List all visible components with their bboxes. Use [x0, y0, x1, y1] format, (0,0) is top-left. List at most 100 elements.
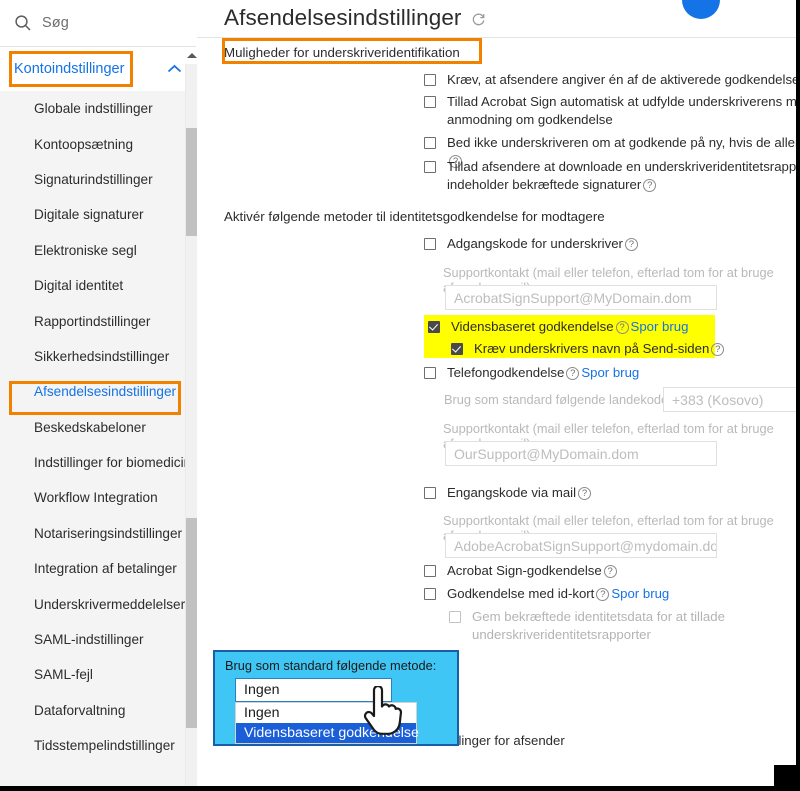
sidebar-item-label: Kontoopsætning — [34, 136, 134, 152]
sidebar-item[interactable]: Digital identitet — [0, 268, 196, 303]
sidebar-item[interactable]: Underskrivermeddelelser — [0, 586, 196, 621]
default-method-selected-value: Ingen — [244, 682, 280, 698]
help-icon[interactable]: ? — [596, 588, 610, 601]
method-row-phone[interactable]: Telefongodkendelse? Spor brug — [424, 364, 639, 382]
checkbox[interactable] — [424, 161, 436, 173]
method-row-password[interactable]: Adgangskode for underskriver? — [424, 235, 640, 253]
sidebar-item[interactable]: Beskedskabeloner — [0, 410, 196, 445]
sidebar-item[interactable]: Elektroniske segl — [0, 233, 196, 268]
section-heading-signer-identification: Muligheder for underskriveridentifikatio… — [224, 45, 460, 60]
sidebar-item[interactable]: SAML-fejl — [0, 657, 196, 692]
support-contact-input[interactable]: AcrobatSignSupport@MyDomain.dom — [445, 285, 717, 310]
sidebar-group-label: Kontoindstillinger — [14, 61, 125, 77]
sidebar-group-account-settings[interactable]: Kontoindstillinger — [0, 47, 196, 91]
search-input[interactable]: Søg — [0, 0, 196, 47]
method-row-id-card-store-data[interactable]: Gem bekræftede identitetsdata for at til… — [449, 608, 796, 643]
help-icon[interactable]: ? — [578, 487, 592, 500]
checkbox[interactable] — [424, 565, 436, 577]
help-icon[interactable]: ? — [566, 367, 580, 380]
support-contact-input[interactable]: AdobeAcrobatSignSupport@mydomain.dor — [445, 533, 717, 558]
sidebar-item[interactable]: Indstillinger for biomedicin — [0, 445, 196, 480]
default-method-label: Brug som standard følgende metode: — [225, 658, 437, 673]
sidebar-item-label: Integration af betalinger — [34, 561, 177, 577]
help-icon[interactable]: ? — [603, 565, 617, 578]
country-code-value: +383 (Kosovo) — [672, 391, 764, 408]
sidebar-item-label: Sikkerhedsindstillinger — [34, 348, 170, 364]
option-label: Kræv, at afsendere angiver én af de akti… — [447, 72, 796, 87]
sidebar: Søg Kontoindstillinger Globale indstilli… — [0, 0, 198, 786]
sidebar-item[interactable]: Workflow Integration — [0, 480, 196, 515]
refresh-icon[interactable] — [471, 12, 486, 27]
method-label: Acrobat Sign-godkendelse? — [447, 562, 619, 580]
track-usage-link[interactable]: Spor brug — [631, 319, 689, 334]
sidebar-item[interactable]: Notariseringsindstillinger — [0, 516, 196, 551]
method-row-id-card[interactable]: Godkendelse med id-kort? Spor brug — [424, 585, 669, 603]
support-contact-input[interactable]: OurSupport@MyDomain.dom — [445, 441, 717, 466]
method-label: Vidensbaseret godkendelse? Spor brug — [451, 319, 689, 334]
sidebar-item[interactable]: Sikkerhedsindstillinger — [0, 339, 196, 374]
header-divider — [197, 37, 796, 38]
help-icon[interactable]: ? — [615, 321, 629, 334]
sidebar-item-label: Indstillinger for biomedicin — [34, 455, 192, 471]
method-row-kba-require-name[interactable]: Kræv underskrivers navn på Send-siden? — [451, 340, 726, 358]
track-usage-link[interactable]: Spor brug — [611, 586, 669, 601]
sidebar-item-label: Globale indstillinger — [34, 101, 153, 117]
method-row-kba[interactable]: Vidensbaseret godkendelse? Spor brug — [428, 318, 688, 336]
page-title: Afsendelsesindstillinger — [224, 4, 462, 30]
sidebar-item[interactable]: Tidsstempelindstillinger — [0, 728, 196, 763]
sidebar-item-label: Beskedskabeloner — [34, 419, 146, 435]
method-label: Engangskode via mail? — [447, 484, 593, 502]
option-row[interactable]: Tillad Acrobat Sign automatisk at udfyld… — [424, 93, 796, 128]
help-icon[interactable]: ? — [711, 343, 725, 356]
sidebar-item-label: Tidsstempelindstillinger — [34, 738, 175, 754]
sidebar-item[interactable]: Afsendelsesindstillinger — [0, 374, 196, 409]
sidebar-item[interactable]: Rapportindstillinger — [0, 303, 196, 338]
sidebar-item-label: Rapportindstillinger — [34, 313, 151, 329]
country-code-select[interactable]: +383 (Kosovo) — [663, 387, 796, 412]
sidebar-scrollbar-thumb-secondary[interactable] — [186, 518, 197, 728]
sidebar-item[interactable]: Digitale signaturer — [0, 197, 196, 232]
sidebar-item-label: Dataforvaltning — [34, 702, 126, 718]
checkbox[interactable] — [428, 321, 440, 333]
sidebar-item[interactable]: Globale indstillinger — [0, 91, 196, 126]
help-icon[interactable]: ? — [624, 238, 638, 251]
sidebar-item[interactable]: Integration af betalinger — [0, 551, 196, 586]
chevron-up-icon[interactable] — [167, 64, 182, 74]
sidebar-item-label: SAML-indstillinger — [34, 632, 144, 648]
sidebar-item[interactable]: Kontoopsætning — [0, 126, 196, 161]
sidebar-item-label: Digitale signaturer — [34, 207, 144, 223]
checkbox[interactable] — [424, 238, 436, 250]
checkbox[interactable] — [451, 343, 463, 355]
checkbox[interactable] — [449, 611, 461, 623]
sidebar-item-label: Notariseringsindstillinger — [34, 525, 183, 541]
checkbox[interactable] — [424, 96, 436, 108]
search-placeholder: Søg — [42, 15, 69, 31]
checkbox[interactable] — [424, 367, 436, 379]
default-method-callout: Brug som standard følgende metode: Ingen… — [213, 650, 459, 746]
app-window: Søg Kontoindstillinger Globale indstilli… — [0, 0, 800, 791]
method-row-otp-mail[interactable]: Engangskode via mail? — [424, 484, 593, 502]
method-label: Godkendelse med id-kort? Spor brug — [447, 586, 670, 601]
mouse-cursor-hand-icon — [360, 684, 404, 736]
help-icon[interactable]: ? — [643, 178, 657, 192]
option-label: Tillad afsendere at downloade en undersk… — [447, 159, 796, 192]
sidebar-item[interactable]: Dataforvaltning — [0, 693, 196, 728]
sidebar-item-label: Signaturindstillinger — [34, 171, 153, 187]
window-right-edge — [796, 0, 800, 791]
method-label: Telefongodkendelse? Spor brug — [447, 365, 640, 380]
sidebar-item-label: Afsendelsesindstillinger — [34, 384, 177, 400]
checkbox[interactable] — [424, 137, 436, 149]
window-bottom-edge — [0, 786, 800, 791]
track-usage-link[interactable]: Spor brug — [581, 365, 639, 380]
sidebar-item[interactable]: SAML-indstillinger — [0, 622, 196, 657]
checkbox[interactable] — [424, 487, 436, 499]
option-row[interactable]: Tillad afsendere at downloade en undersk… — [424, 158, 796, 193]
sidebar-scrollbar-thumb[interactable] — [186, 128, 197, 236]
method-row-acrobat-sign[interactable]: Acrobat Sign-godkendelse? — [424, 562, 619, 580]
checkbox[interactable] — [424, 588, 436, 600]
sidebar-item[interactable]: Signaturindstillinger — [0, 162, 196, 197]
checkbox[interactable] — [424, 74, 436, 86]
search-icon — [14, 14, 32, 32]
option-row[interactable]: Kræv, at afsendere angiver én af de akti… — [424, 71, 796, 89]
sidebar-nav-list: Globale indstillinger Kontoopsætning Signa… — [0, 91, 196, 786]
